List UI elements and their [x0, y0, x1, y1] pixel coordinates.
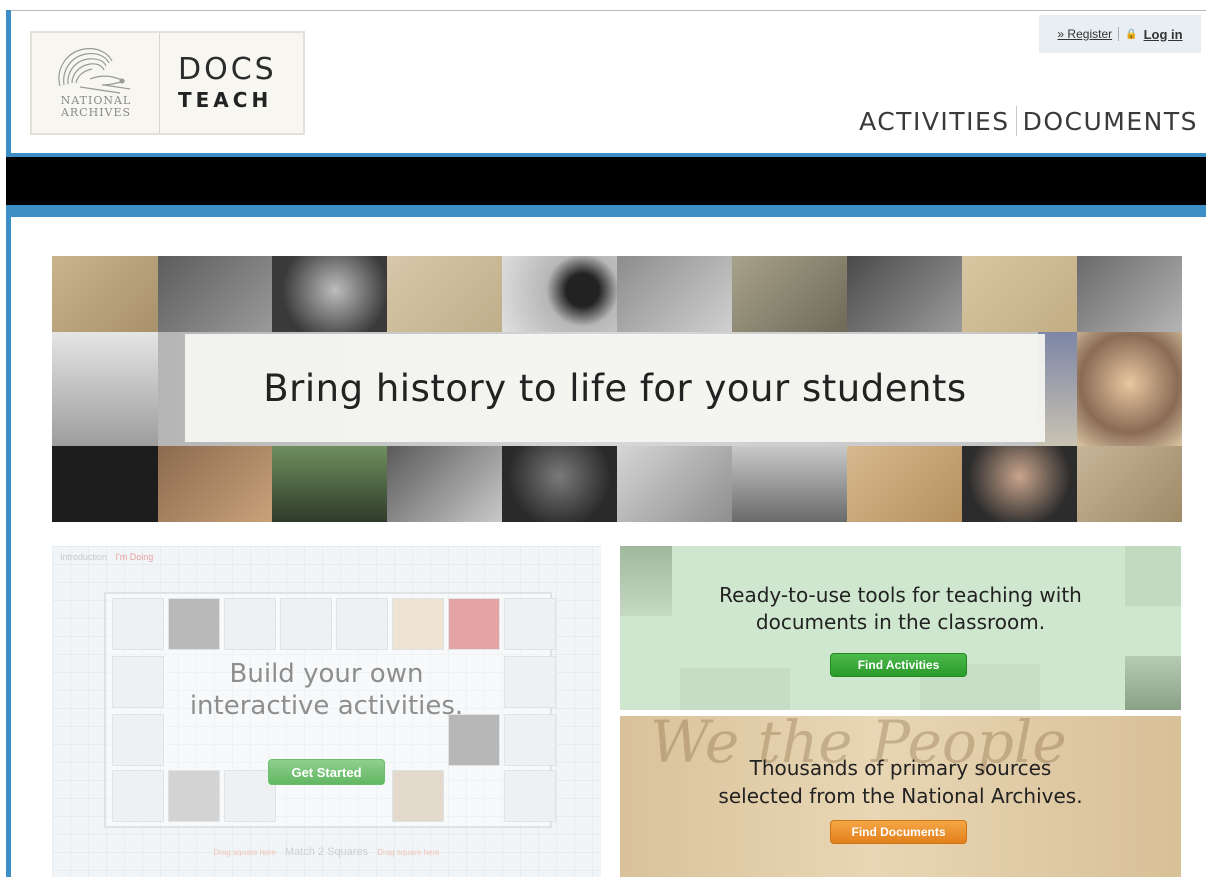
- photo-tile: [847, 446, 962, 522]
- documents-line1: Thousands of primary sources: [749, 756, 1052, 780]
- docsteach-logo[interactable]: NATIONAL ARCHIVES DOCS TEACH: [30, 31, 305, 135]
- photo-tile: [1077, 256, 1182, 332]
- board-cell: [168, 598, 220, 650]
- photo-tile: [847, 256, 962, 332]
- photo-tile: [962, 446, 1077, 522]
- hero-banner: Bring history to life for your students: [185, 334, 1045, 442]
- top-divider: [6, 10, 1206, 11]
- photo-tile: [502, 446, 617, 522]
- board-cell: [280, 598, 332, 650]
- auth-separator: [1118, 27, 1120, 41]
- build-title: Build your own interactive activities.: [52, 658, 601, 722]
- board-cell: [448, 598, 500, 650]
- match-label: Match 2 Squares: [284, 846, 369, 858]
- activities-line1: Ready-to-use tools for teaching with: [719, 583, 1082, 607]
- photo-tile: [272, 256, 387, 332]
- photo-tile: [732, 446, 847, 522]
- photo-tile: [272, 446, 387, 522]
- black-band: [6, 157, 1206, 205]
- board-cell: [168, 770, 220, 822]
- lock-icon: 🔒: [1125, 28, 1138, 40]
- find-activities-panel[interactable]: Ready-to-use tools for teaching with doc…: [620, 546, 1181, 710]
- drag-hint-right: Drag square here: [377, 848, 440, 857]
- nav-documents[interactable]: DOCUMENTS: [1023, 107, 1198, 136]
- photo-tile: [1077, 446, 1182, 522]
- board-cell: [392, 598, 444, 650]
- board-cell: [112, 598, 164, 650]
- activities-text: Ready-to-use tools for teaching with doc…: [620, 582, 1181, 636]
- build-breadcrumb: Introduction I'm Doing: [60, 552, 153, 562]
- find-activities-button[interactable]: Find Activities: [830, 653, 967, 677]
- photo-tile: [962, 256, 1077, 332]
- photo-tile: [617, 446, 732, 522]
- breadcrumb-active: I'm Doing: [115, 552, 154, 562]
- breadcrumb-intro: Introduction: [60, 552, 108, 562]
- logo-docs: DOCS: [178, 52, 277, 87]
- photo-tile: [158, 256, 272, 332]
- auth-links: » Register 🔒 Log in: [1039, 15, 1201, 53]
- nav-divider: [1015, 106, 1017, 136]
- seal-text-archives: ARCHIVES: [60, 106, 132, 119]
- board-cell: [504, 598, 556, 650]
- photo-tile: [502, 256, 617, 332]
- board-cell: [336, 598, 388, 650]
- left-accent-rule: [6, 10, 11, 877]
- find-documents-button[interactable]: Find Documents: [830, 820, 967, 844]
- photo-tile: [387, 256, 502, 332]
- drag-hint-left: Drag square here: [213, 848, 276, 857]
- photo-tile: [158, 446, 272, 522]
- main-nav: ACTIVITIES DOCUMENTS: [859, 106, 1198, 136]
- activities-line2: documents in the classroom.: [755, 610, 1046, 634]
- build-title-line2: interactive activities.: [189, 691, 464, 721]
- photo-tile: [1077, 332, 1182, 446]
- national-archives-seal: NATIONAL ARCHIVES: [32, 33, 160, 133]
- logo-wordmark: DOCS TEACH: [160, 53, 277, 113]
- get-started-button[interactable]: Get Started: [268, 759, 385, 785]
- hero-collage[interactable]: Bring history to life for your students: [52, 256, 1182, 522]
- documents-text: Thousands of primary sources selected fr…: [620, 754, 1181, 810]
- find-documents-panel[interactable]: We the People Thousands of primary sourc…: [620, 716, 1181, 877]
- board-cell: [112, 770, 164, 822]
- photo-tile: [617, 256, 732, 332]
- register-link[interactable]: » Register: [1057, 27, 1112, 41]
- nav-activities[interactable]: ACTIVITIES: [859, 107, 1010, 136]
- photo-tile: [52, 332, 158, 446]
- blue-band: [6, 205, 1206, 217]
- board-cell: [504, 770, 556, 822]
- photo-tile: [387, 446, 502, 522]
- build-title-line1: Build your own: [229, 659, 424, 689]
- page: NATIONAL ARCHIVES DOCS TEACH » Register …: [0, 0, 1206, 877]
- documents-line2: selected from the National Archives.: [718, 784, 1083, 808]
- build-activities-panel[interactable]: Introduction I'm Doing Build your own in…: [52, 546, 601, 877]
- hero-title: Bring history to life for your students: [263, 366, 967, 410]
- photo-tile: [52, 446, 158, 522]
- board-cell: [392, 770, 444, 822]
- photo-tile: [732, 256, 847, 332]
- photo-tile: [52, 256, 158, 332]
- logo-teach: TEACH: [178, 88, 273, 112]
- board-cell: [224, 598, 276, 650]
- login-link[interactable]: Log in: [1144, 27, 1183, 42]
- match-squares-label: Drag square here Match 2 Squares Drag sq…: [52, 846, 601, 858]
